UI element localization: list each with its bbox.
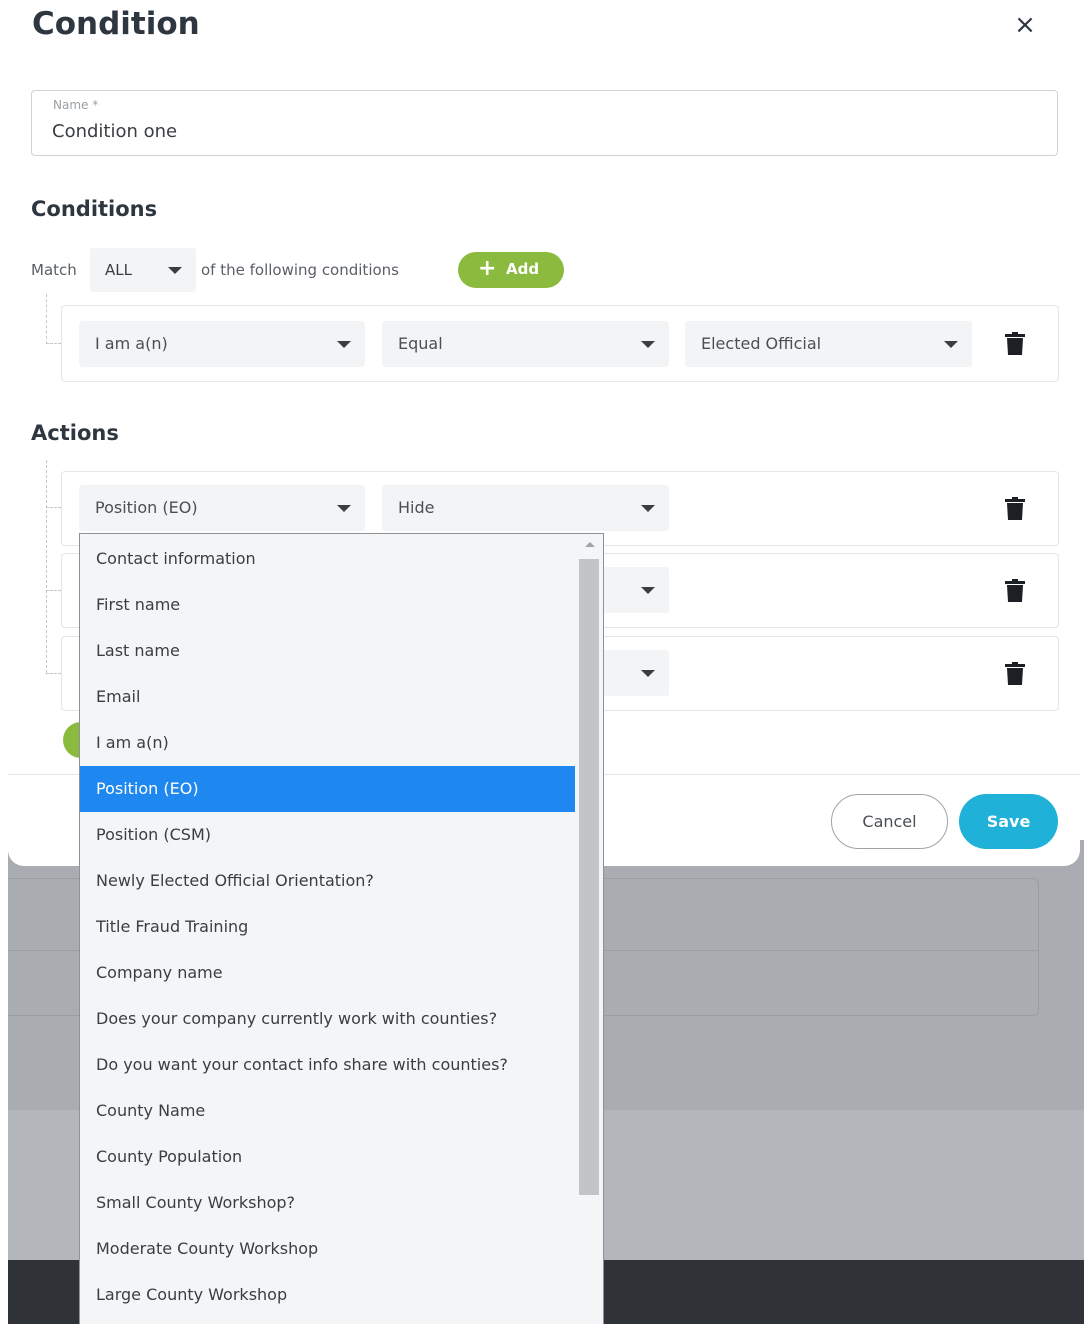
scroll-up-icon[interactable] xyxy=(585,542,595,547)
dropdown-scrollbar-thumb[interactable] xyxy=(579,559,599,1195)
name-field[interactable]: Name * Condition one xyxy=(31,90,1058,156)
action-type-select[interactable]: Hide xyxy=(382,485,669,531)
cancel-button[interactable]: Cancel xyxy=(831,794,948,849)
dropdown-option[interactable]: Email xyxy=(80,674,575,720)
dropdown-option[interactable]: Title Fraud Training xyxy=(80,904,575,950)
condition-value-select[interactable]: Elected Official xyxy=(685,321,972,367)
chevron-down-icon xyxy=(168,267,182,274)
condition-row: I am a(n) Equal Elected Official xyxy=(61,305,1059,382)
condition-value-value: Elected Official xyxy=(701,334,822,353)
plus-icon: + xyxy=(478,256,497,281)
condition-operator-select[interactable]: Equal xyxy=(382,321,669,367)
dropdown-option[interactable]: Contact information xyxy=(80,536,575,582)
chevron-down-icon xyxy=(641,587,655,594)
trash-icon[interactable] xyxy=(1005,579,1025,603)
action-type-value: Hide xyxy=(398,498,435,517)
match-select-value: ALL xyxy=(105,261,132,279)
field-options-dropdown[interactable]: Contact information First name Last name Em… xyxy=(79,533,604,1324)
add-condition-button[interactable]: + Add xyxy=(458,252,564,288)
match-select[interactable]: ALL xyxy=(90,248,196,292)
action-field-select[interactable]: Position (EO) xyxy=(79,485,365,531)
tree-connector xyxy=(46,673,61,674)
tree-connector xyxy=(46,460,47,673)
following-conditions-text: of the following conditions xyxy=(201,261,399,279)
chevron-down-icon xyxy=(337,341,351,348)
dropdown-option[interactable]: Newly Elected Official Orientation? xyxy=(80,858,575,904)
chevron-down-icon xyxy=(944,341,958,348)
dropdown-option[interactable]: Large County Workshop xyxy=(80,1272,575,1318)
tree-connector xyxy=(46,343,61,344)
close-icon[interactable]: × xyxy=(1010,10,1040,40)
dropdown-option[interactable]: I am a(n) xyxy=(80,720,575,766)
chevron-down-icon xyxy=(337,505,351,512)
dropdown-option[interactable]: Last name xyxy=(80,628,575,674)
condition-operator-value: Equal xyxy=(398,334,443,353)
chevron-down-icon xyxy=(641,341,655,348)
save-button[interactable]: Save xyxy=(959,794,1058,849)
dropdown-option[interactable]: County Name xyxy=(80,1088,575,1134)
dropdown-option[interactable]: Position (CSM) xyxy=(80,812,575,858)
trash-icon[interactable] xyxy=(1005,497,1025,521)
name-field-label: Name * xyxy=(53,98,99,112)
dropdown-option[interactable]: Company name xyxy=(80,950,575,996)
conditions-heading: Conditions xyxy=(31,197,158,221)
dropdown-option[interactable]: Position (EO) xyxy=(80,766,575,812)
chevron-down-icon xyxy=(641,505,655,512)
tree-connector xyxy=(46,507,61,508)
tree-connector xyxy=(46,590,61,591)
dropdown-option[interactable]: Does your company currently work with co… xyxy=(80,996,575,1042)
match-label: Match xyxy=(31,261,77,279)
name-field-value[interactable]: Condition one xyxy=(52,121,177,142)
actions-heading: Actions xyxy=(31,421,119,445)
action-field-value: Position (EO) xyxy=(95,498,198,517)
condition-field-value: I am a(n) xyxy=(95,334,168,353)
dropdown-option[interactable]: Small County Workshop? xyxy=(80,1180,575,1226)
dropdown-option[interactable]: Moderate County Workshop xyxy=(80,1226,575,1272)
chevron-down-icon xyxy=(641,670,655,677)
trash-icon[interactable] xyxy=(1005,662,1025,686)
trash-icon[interactable] xyxy=(1005,332,1025,356)
dialog-title: Condition xyxy=(32,6,200,42)
add-button-label: Add xyxy=(506,260,540,278)
dropdown-option[interactable]: Do you want your contact info share with… xyxy=(80,1042,575,1088)
condition-field-select[interactable]: I am a(n) xyxy=(79,321,365,367)
dropdown-option[interactable]: County Population xyxy=(80,1134,575,1180)
dropdown-option[interactable]: First name xyxy=(80,582,575,628)
tree-connector xyxy=(46,294,47,344)
